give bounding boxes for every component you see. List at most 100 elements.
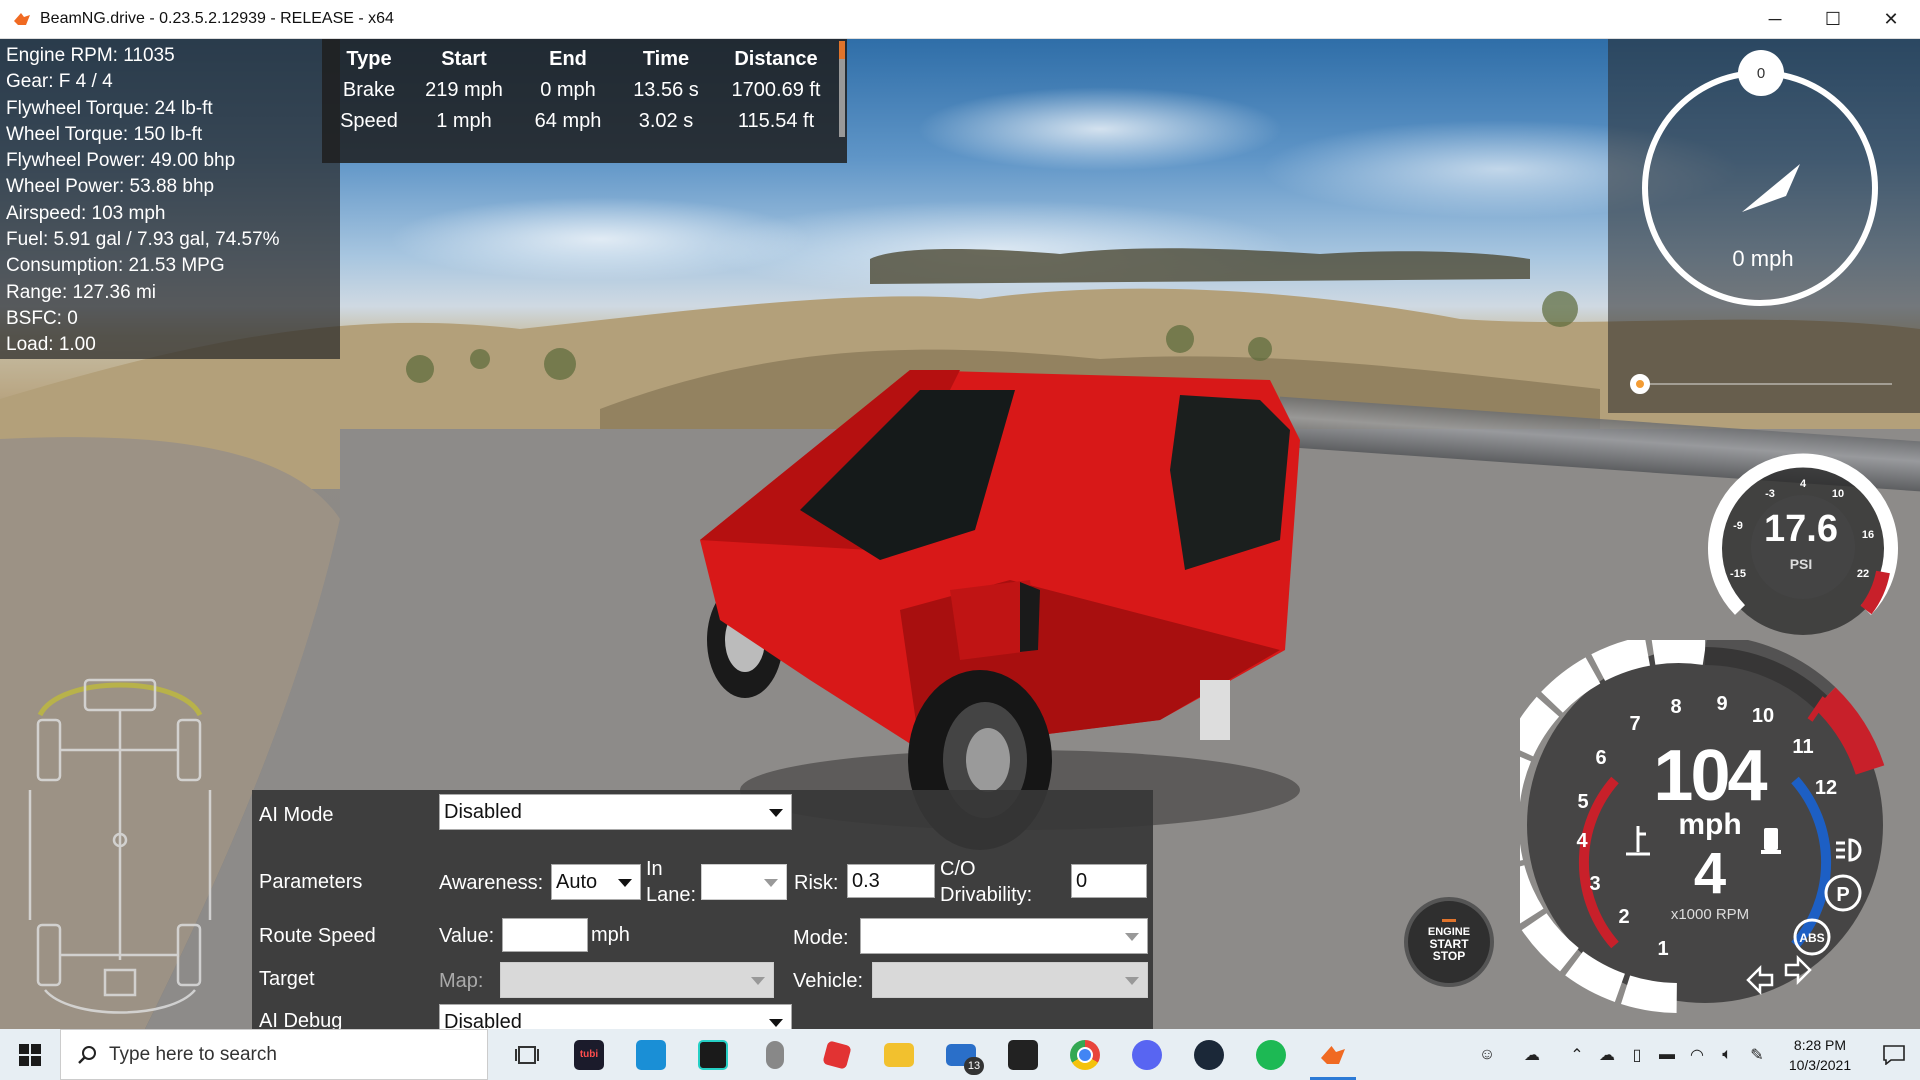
- search-placeholder: Type here to search: [109, 1043, 277, 1065]
- vehicle-chassis-diagram: [28, 678, 212, 1014]
- boost-tick-label: 4: [1800, 478, 1807, 490]
- engine-button-line3: STOP: [1432, 949, 1466, 963]
- window-titlebar: BeamNG.drive - 0.23.5.2.12939 - RELEASE …: [0, 0, 1920, 39]
- task-view-button[interactable]: [496, 1029, 558, 1080]
- boost-value: 17.6: [1764, 508, 1838, 550]
- steam-app-button[interactable]: [1178, 1029, 1240, 1080]
- telemetry-wheel-torque: Wheel Torque: 150 lb-ft: [6, 123, 203, 145]
- ai-debug-select[interactable]: Disabled: [439, 1004, 792, 1029]
- timing-table-scrollbar[interactable]: [839, 41, 845, 137]
- risk-input[interactable]: 0.3: [847, 864, 935, 898]
- col-header-end: End: [549, 47, 587, 70]
- system-tray: ☺ ☁ ⌃ ☁ ▯ ▬ ◠ 🔈︎ ✎ 8:28 PM 10/3/2021: [1472, 1029, 1920, 1080]
- windows-taskbar: Type here to search tubi 13 ☺ ☁ ⌃ ☁ ▯ ▬: [0, 1029, 1920, 1080]
- pen-icon[interactable]: ✎: [1742, 1029, 1772, 1080]
- boost-tick-label: 22: [1857, 568, 1869, 580]
- rpm-tick-label: 5: [1577, 791, 1588, 813]
- route-mode-select[interactable]: [860, 918, 1148, 954]
- people-icon[interactable]: ☺: [1472, 1029, 1502, 1080]
- navigation-speed: 0 mph: [1732, 246, 1794, 271]
- windows-logo-icon: [19, 1043, 41, 1066]
- ai-mode-label: AI Mode: [259, 804, 334, 826]
- roblox-app-button[interactable]: [806, 1029, 868, 1080]
- clock-date: 10/3/2021: [1788, 1056, 1852, 1073]
- target-vehicle-select[interactable]: [872, 962, 1148, 998]
- onedrive-cloud-icon[interactable]: ☁: [1502, 1029, 1562, 1080]
- telemetry-engine-rpm: Engine RPM: 11035: [6, 45, 175, 66]
- rpm-tick-label: 2: [1618, 906, 1629, 928]
- maximize-button[interactable]: ☐: [1804, 0, 1862, 38]
- beamng-icon: [1321, 1045, 1345, 1064]
- ai-debug-value: Disabled: [444, 1011, 522, 1029]
- beamng-app-button[interactable]: [1302, 1029, 1364, 1080]
- route-speed-input[interactable]: [502, 918, 588, 952]
- store-app-button[interactable]: [992, 1029, 1054, 1080]
- show-hidden-icons-chevron-icon[interactable]: ⌃: [1562, 1029, 1592, 1080]
- task-view-icon: [515, 1045, 539, 1064]
- ai-mode-select[interactable]: Disabled: [439, 794, 792, 830]
- discord-icon: [1132, 1039, 1162, 1070]
- co-drivability-input[interactable]: 0: [1071, 864, 1147, 898]
- file-explorer-button[interactable]: [868, 1029, 930, 1080]
- clock-time: 8:28 PM: [1793, 1036, 1847, 1053]
- navigation-top-value: 0: [1738, 50, 1784, 96]
- taskbar-clock[interactable]: 8:28 PM 10/3/2021: [1772, 1035, 1868, 1075]
- audio-app-button[interactable]: [682, 1029, 744, 1080]
- telemetry-flywheel-torque: Flywheel Torque: 24 lb-ft: [6, 97, 213, 119]
- action-center-button[interactable]: [1868, 1044, 1920, 1065]
- awareness-select[interactable]: Auto: [551, 864, 641, 900]
- ai-mode-value: Disabled: [444, 801, 522, 823]
- start-button[interactable]: [0, 1029, 60, 1080]
- taskbar-search-box[interactable]: Type here to search: [60, 1029, 488, 1080]
- mouse-icon: [766, 1040, 784, 1069]
- target-vehicle-label: Vehicle:: [793, 970, 864, 992]
- navigation-slider-knob[interactable]: [1630, 374, 1650, 394]
- battery-icon[interactable]: ▬: [1652, 1029, 1682, 1080]
- store-bag-icon: [1008, 1039, 1038, 1070]
- in-lane-select[interactable]: [701, 864, 787, 900]
- minimize-button[interactable]: ─: [1746, 0, 1804, 38]
- telemetry-flywheel-power: Flywheel Power: 49.00 bhp: [6, 150, 236, 172]
- mail-app-button[interactable]: 13: [930, 1029, 992, 1080]
- target-map-select[interactable]: [500, 962, 774, 998]
- volume-icon[interactable]: 🔈︎: [1712, 1029, 1742, 1080]
- table-cell: 3.02 s: [638, 110, 694, 132]
- window-title: BeamNG.drive - 0.23.5.2.12939 - RELEASE …: [40, 10, 394, 27]
- co-label-line1: C/O: [940, 858, 976, 880]
- risk-label: Risk:: [794, 872, 839, 894]
- boost-unit: PSI: [1789, 556, 1813, 572]
- tubi-app-button[interactable]: tubi: [558, 1029, 620, 1080]
- col-header-distance: Distance: [734, 47, 818, 70]
- spotify-app-button[interactable]: [1240, 1029, 1302, 1080]
- wifi-icon[interactable]: ◠: [1682, 1029, 1712, 1080]
- parking-brake-label: P: [1836, 884, 1849, 906]
- col-header-type: Type: [346, 47, 392, 70]
- table-cell: 1700.69 ft: [731, 79, 821, 101]
- cloud-icon[interactable]: ☁: [1592, 1029, 1622, 1080]
- notes-app-button[interactable]: [620, 1029, 682, 1080]
- ai-debug-label: AI Debug: [259, 1010, 343, 1029]
- close-button[interactable]: ✕: [1862, 0, 1920, 38]
- target-map-label: Map:: [439, 970, 484, 992]
- discord-app-button[interactable]: [1116, 1029, 1178, 1080]
- rpm-tick-label: 10: [1752, 705, 1774, 727]
- mouse-app-button[interactable]: [744, 1029, 806, 1080]
- search-icon: [78, 1045, 96, 1064]
- rpm-tick-label: 1: [1657, 938, 1668, 960]
- chrome-app-button[interactable]: [1054, 1029, 1116, 1080]
- awareness-label: Awareness:: [439, 872, 544, 894]
- chevron-down-icon: [769, 809, 783, 817]
- table-cell: 115.54 ft: [737, 110, 815, 132]
- rpm-tick-label: 7: [1629, 713, 1640, 735]
- route-speed-label: Route Speed: [259, 925, 376, 947]
- beamng-app-icon: [14, 13, 30, 25]
- table-row: Brake 219 mph 0 mph 13.56 s 1700.69 ft: [328, 75, 838, 106]
- table-cell: 0 mph: [540, 79, 596, 101]
- tubi-icon: tubi: [574, 1039, 604, 1070]
- chevron-down-icon: [769, 1019, 783, 1027]
- col-header-time: Time: [642, 47, 690, 70]
- engine-start-stop-button[interactable]: ENGINE START STOP: [1404, 897, 1494, 987]
- table-row: Speed 1 mph 64 mph 3.02 s 115.54 ft: [328, 106, 838, 137]
- device-icon[interactable]: ▯: [1622, 1029, 1652, 1080]
- rpm-tick-label: 3: [1589, 873, 1600, 895]
